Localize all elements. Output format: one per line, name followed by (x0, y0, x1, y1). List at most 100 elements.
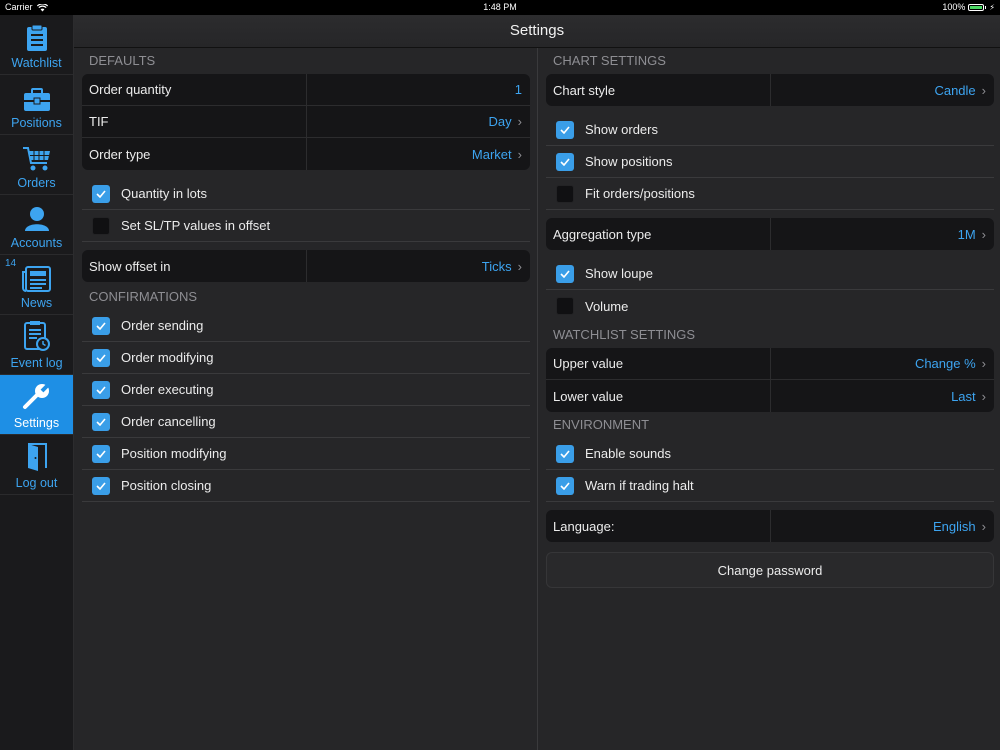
lower-value-row[interactable]: Lower value Last › (546, 380, 994, 412)
page-title: Settings (509, 22, 565, 39)
order-quantity-row[interactable]: Order quantity 1 (82, 74, 530, 106)
order-cancelling-toggle[interactable]: Order cancelling (82, 406, 530, 438)
upper-value-row[interactable]: Upper value Change % › (546, 348, 994, 380)
check-label: Position closing (121, 478, 212, 493)
fit-orders-positions-toggle[interactable]: Fit orders/positions (546, 178, 994, 210)
chart-checklist: Show orders Show positions Fit orders/po… (546, 114, 994, 210)
show-orders-toggle[interactable]: Show orders (546, 114, 994, 146)
charging-icon: ⚡ (989, 3, 995, 12)
section-title-defaults: DEFAULTS (89, 53, 156, 68)
chart-style-row[interactable]: Chart style Candle › (546, 74, 994, 106)
volume-toggle[interactable]: Volume (546, 290, 994, 322)
cart-icon (22, 147, 50, 171)
sidebar-item-label: Accounts (10, 236, 63, 250)
checkmark-icon (96, 481, 106, 490)
check-label: Order cancelling (121, 414, 216, 429)
warn-trading-halt-toggle[interactable]: Warn if trading halt (546, 470, 994, 502)
status-bar: Carrier 1:48 PM 100% ⚡ (0, 0, 1000, 15)
checkbox-checked[interactable] (556, 476, 574, 495)
checkbox-checked[interactable] (92, 184, 110, 203)
change-password-button[interactable]: Change password (546, 552, 994, 588)
enable-sounds-toggle[interactable]: Enable sounds (546, 438, 994, 470)
language-row[interactable]: Language: English › (546, 510, 994, 542)
lower-value: Last (951, 388, 976, 404)
section-title-watchlist-settings: WATCHLIST SETTINGS (553, 327, 696, 342)
briefcase-icon (23, 88, 50, 111)
chart-style-value: Candle (934, 82, 976, 98)
chevron-right-icon: › (981, 356, 986, 371)
door-exit-icon (27, 443, 47, 471)
settings-content: DEFAULTS Order quantity 1 TIF Day › Order… (74, 48, 1000, 750)
language-value: English (933, 518, 976, 534)
chevron-right-icon: › (981, 82, 986, 98)
aggregation-type-row[interactable]: Aggregation type 1M › (546, 218, 994, 250)
chevron-right-icon: › (981, 388, 986, 404)
sidebar: Watchlist Positions Orders Accounts 14 N… (0, 15, 74, 750)
sidebar-item-accounts[interactable]: Accounts (0, 195, 73, 255)
checkbox-checked[interactable] (92, 412, 110, 431)
sidebar-item-event-log[interactable]: Event log (0, 315, 73, 375)
check-label: Position modifying (121, 446, 227, 461)
row-label: Show offset in (89, 258, 171, 274)
sidebar-item-label: Settings (13, 416, 60, 430)
offset-group: Show offset in Ticks › (82, 250, 530, 282)
order-sending-toggle[interactable]: Order sending (82, 310, 530, 342)
position-modifying-toggle[interactable]: Position modifying (82, 438, 530, 470)
order-executing-toggle[interactable]: Order executing (82, 374, 530, 406)
upper-value: Change % (914, 356, 976, 371)
aggregation-group: Aggregation type 1M › (546, 218, 994, 250)
section-title-environment: ENVIRONMENT (553, 417, 650, 432)
checkbox-checked[interactable] (92, 380, 110, 399)
lots-checklist: Quantity in lots Set SL/TP values in off… (82, 178, 530, 242)
sidebar-item-settings[interactable]: Settings (0, 375, 73, 435)
sidebar-item-watchlist[interactable]: Watchlist (0, 15, 73, 75)
chevron-right-icon: › (517, 258, 522, 274)
sidebar-item-orders[interactable]: Orders (0, 135, 73, 195)
confirmations-list: Order sending Order modifying Order exec… (82, 310, 530, 502)
check-label: Enable sounds (585, 446, 672, 461)
checkbox-unchecked[interactable] (556, 297, 574, 315)
checkmark-icon (96, 321, 106, 330)
row-label: Language: (553, 518, 615, 534)
sidebar-item-news[interactable]: 14 News (0, 255, 73, 315)
check-label: Volume (585, 298, 629, 314)
checkmark-icon (96, 449, 106, 458)
sidebar-item-label: Log out (15, 476, 58, 490)
show-offset-in-row[interactable]: Show offset in Ticks › (82, 250, 530, 282)
sidebar-item-label: News (20, 296, 53, 310)
position-closing-toggle[interactable]: Position closing (82, 470, 530, 502)
person-icon (24, 207, 49, 231)
chevron-right-icon: › (981, 518, 986, 534)
checkbox-checked[interactable] (92, 316, 110, 335)
checkbox-checked[interactable] (556, 264, 574, 283)
sidebar-item-positions[interactable]: Positions (0, 75, 73, 135)
show-positions-toggle[interactable]: Show positions (546, 146, 994, 178)
checkbox-checked[interactable] (92, 348, 110, 367)
tif-row[interactable]: TIF Day › (82, 106, 530, 138)
order-modifying-toggle[interactable]: Order modifying (82, 342, 530, 374)
check-label: Show loupe (585, 266, 653, 281)
right-column: CHART SETTINGS Chart style Candle › Show … (546, 48, 994, 750)
news-badge: 14 (5, 258, 17, 269)
sidebar-item-log-out[interactable]: Log out (0, 435, 73, 495)
checkmark-icon (560, 481, 570, 490)
checkbox-unchecked[interactable] (92, 216, 110, 235)
aggregation-checklist: Show loupe Volume (546, 258, 994, 322)
checkbox-checked[interactable] (92, 444, 110, 463)
event-log-icon (23, 321, 50, 351)
order-type-row[interactable]: Order type Market › (82, 138, 530, 170)
row-label: TIF (89, 114, 109, 129)
checkbox-unchecked[interactable] (556, 184, 574, 203)
checkbox-checked[interactable] (556, 152, 574, 171)
defaults-group: Order quantity 1 TIF Day › Order type Mar… (82, 74, 530, 170)
battery-icon (968, 4, 985, 11)
row-label: Chart style (553, 82, 616, 98)
check-label: Quantity in lots (121, 186, 207, 201)
sltp-offset-toggle[interactable]: Set SL/TP values in offset (82, 210, 530, 242)
quantity-in-lots-toggle[interactable]: Quantity in lots (82, 178, 530, 210)
checkbox-checked[interactable] (556, 120, 574, 139)
checkbox-checked[interactable] (92, 476, 110, 495)
show-loupe-toggle[interactable]: Show loupe (546, 258, 994, 290)
checkbox-checked[interactable] (556, 444, 574, 463)
row-label: Lower value (553, 388, 624, 404)
